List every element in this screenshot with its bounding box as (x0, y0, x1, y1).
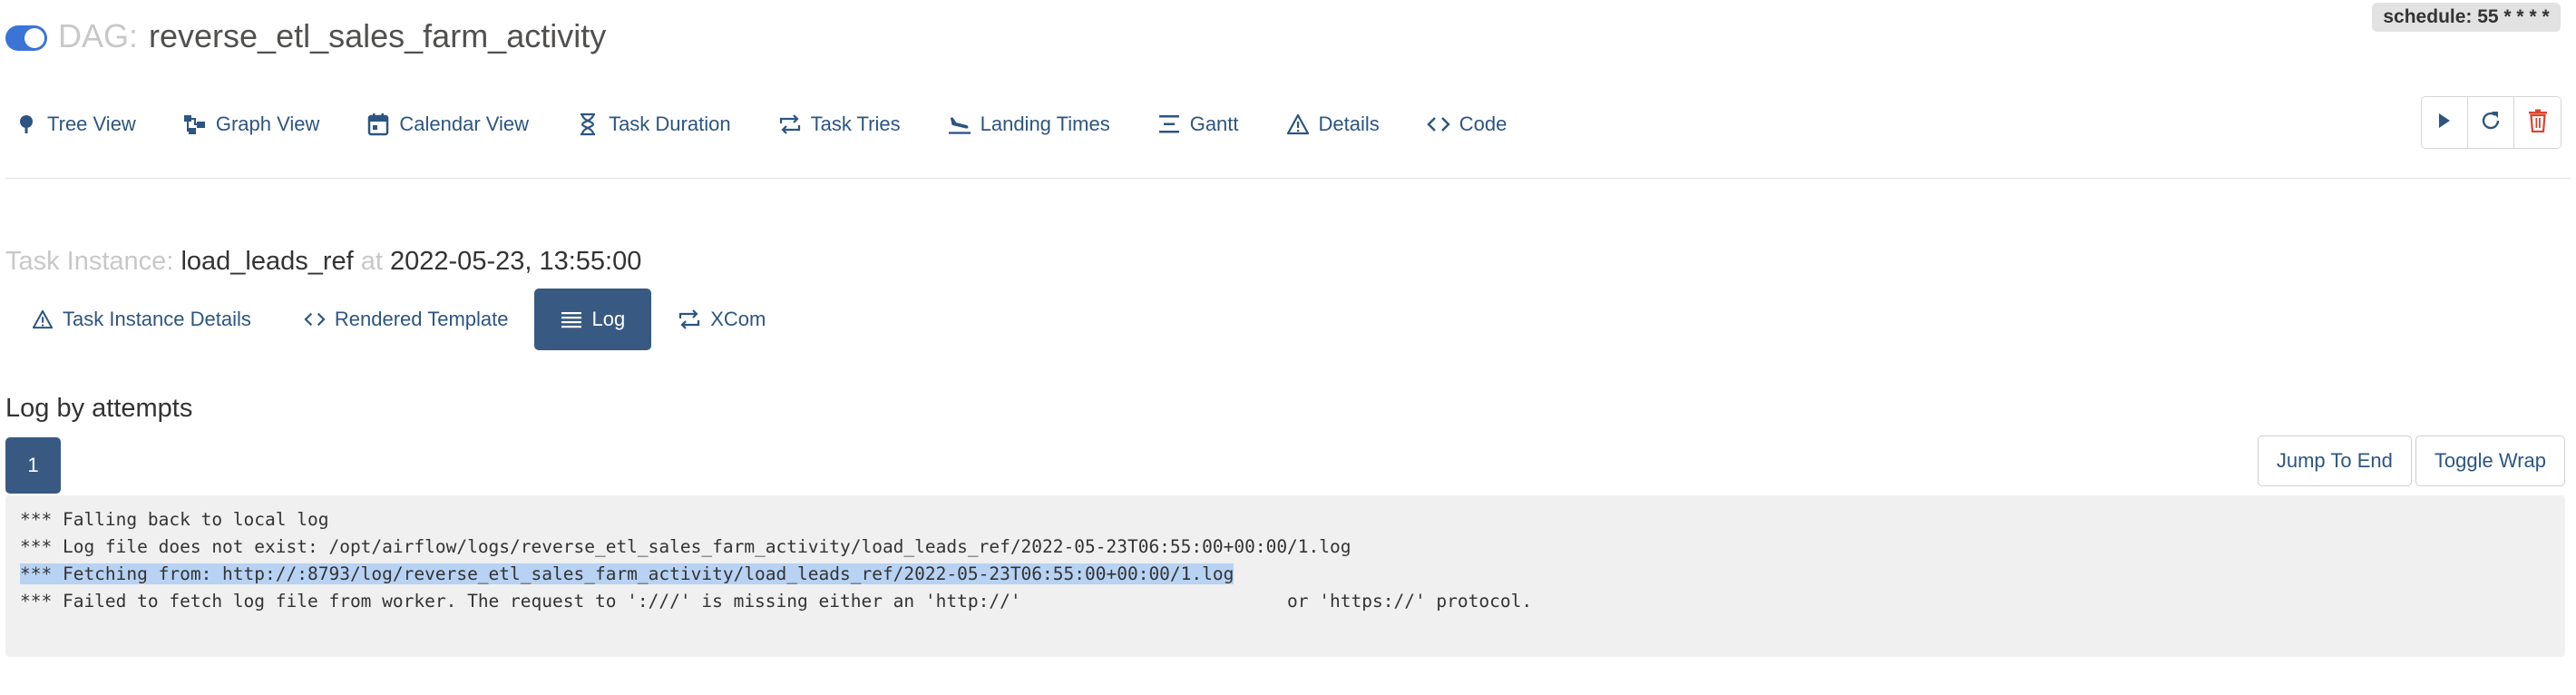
retry-arrows-icon (778, 113, 802, 136)
nav-task-tries[interactable]: Task Tries (778, 113, 901, 136)
code-icon (304, 310, 326, 328)
hourglass-icon (576, 113, 600, 136)
refresh-icon (2480, 110, 2502, 136)
toggle-knob (24, 28, 44, 48)
task-instance-tabs: Task Instance Details Rendered Template … (5, 289, 792, 350)
nav-label: Details (1318, 113, 1380, 135)
tab-label: Log (591, 308, 626, 330)
nav-label: Task Tries (810, 113, 901, 135)
task-instance-title: Task Instance: load_leads_ref at 2022-05… (5, 247, 641, 277)
dag-header: DAG: reverse_etl_sales_farm_activity (5, 13, 606, 60)
nav-landing-times[interactable]: Landing Times (948, 113, 1110, 136)
dag-label: DAG: (58, 17, 139, 54)
execution-date: 2022-05-23, 13:55:00 (390, 247, 642, 276)
nav-gantt[interactable]: Gantt (1157, 113, 1239, 136)
toggle-wrap-button[interactable]: Toggle Wrap (2415, 436, 2565, 486)
attempt-button-1[interactable]: 1 (5, 437, 61, 494)
log-line: *** Falling back to local log (20, 509, 329, 530)
nav-label: Task Duration (609, 113, 731, 135)
tree-icon (15, 113, 38, 136)
nav-label: Code (1459, 113, 1508, 135)
log-heading: Log by attempts (5, 394, 193, 423)
exchange-icon (678, 308, 701, 330)
ti-at: at (360, 247, 383, 276)
log-line: *** Log file does not exist: /opt/airflo… (20, 536, 1351, 557)
log-line: *** Failed to fetch log file from worker… (20, 591, 1533, 612)
dag-nav: Tree View Graph View Calendar View Task … (15, 102, 1554, 147)
refresh-dag-button[interactable] (2468, 97, 2514, 148)
nav-code[interactable]: Code (1427, 113, 1508, 136)
nav-details[interactable]: Details (1286, 113, 1380, 136)
log-line-selected: *** Fetching from: http://:8793/log/reve… (20, 563, 1234, 584)
jump-to-end-button[interactable]: Jump To End (2257, 436, 2412, 486)
nav-task-duration[interactable]: Task Duration (576, 113, 731, 136)
tab-label: XCom (710, 308, 766, 330)
code-icon (1427, 113, 1450, 136)
schedule-badge: schedule: 55 * * * * (2372, 3, 2561, 32)
trigger-dag-button[interactable] (2422, 97, 2468, 148)
tab-rendered-template[interactable]: Rendered Template (278, 289, 535, 350)
nav-label: Tree View (47, 113, 136, 135)
play-icon (2437, 112, 2452, 134)
nav-label: Calendar View (399, 113, 530, 135)
tab-label: Rendered Template (334, 308, 509, 330)
calendar-icon (366, 113, 390, 136)
nav-calendar-view[interactable]: Calendar View (366, 113, 529, 136)
trash-icon (2528, 109, 2548, 137)
nav-tree-view[interactable]: Tree View (15, 113, 136, 136)
plane-landing-icon (948, 113, 971, 136)
delete-dag-button[interactable] (2514, 97, 2561, 148)
tab-task-instance-details[interactable]: Task Instance Details (5, 289, 278, 350)
nav-label: Gantt (1189, 113, 1239, 135)
graph-icon (183, 113, 207, 136)
ti-prefix: Task Instance: (5, 247, 174, 276)
tab-xcom[interactable]: XCom (651, 289, 792, 350)
dag-pause-toggle[interactable] (5, 25, 47, 51)
nav-graph-view[interactable]: Graph View (183, 113, 320, 136)
tab-log[interactable]: Log (534, 289, 652, 350)
log-output[interactable]: *** Falling back to local log *** Log fi… (5, 495, 2565, 657)
nav-label: Landing Times (980, 113, 1110, 135)
task-id: load_leads_ref (181, 247, 354, 276)
nav-divider (5, 178, 2571, 179)
warning-triangle-icon (1286, 113, 1310, 136)
nav-label: Graph View (215, 113, 320, 135)
list-icon (561, 310, 582, 328)
warning-triangle-icon (32, 309, 54, 329)
log-actions: Jump To End Toggle Wrap (2257, 436, 2565, 486)
gantt-icon (1157, 113, 1181, 136)
dag-id: reverse_etl_sales_farm_activity (149, 17, 607, 54)
tab-label: Task Instance Details (63, 308, 251, 330)
dag-action-buttons (2421, 96, 2561, 149)
